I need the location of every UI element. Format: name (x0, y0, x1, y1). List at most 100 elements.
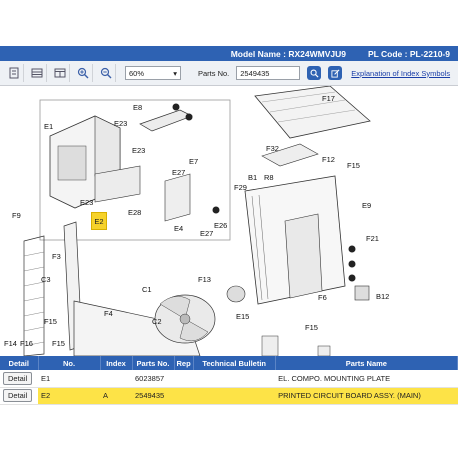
zoom-select[interactable]: 60% ▾ (125, 66, 181, 80)
label-f29[interactable]: F29 (234, 183, 247, 192)
detail-button[interactable]: Detail (3, 389, 33, 402)
label-f15-b[interactable]: F15 (44, 317, 57, 326)
label-c1[interactable]: C1 (142, 285, 152, 294)
detail-cell: Detail (0, 370, 38, 388)
no-cell: E1 (38, 370, 100, 388)
split-view-button[interactable] (50, 64, 70, 82)
col-technical-bulletin: Technical Bulletin (193, 356, 276, 370)
split-view-icon (54, 68, 65, 78)
valve-cover-shape (317, 345, 331, 356)
label-e26[interactable]: E26 (214, 221, 227, 230)
zoom-in-icon (77, 67, 88, 79)
callout-marker (185, 113, 193, 121)
label-e4[interactable]: E4 (174, 224, 183, 233)
zoom-out-icon (100, 67, 111, 79)
title-bar: Model Name : RX24WMVJU9 PL Code : PL-221… (0, 46, 458, 61)
label-e23-a[interactable]: E23 (114, 119, 127, 128)
label-b12[interactable]: B12 (376, 292, 389, 301)
label-f21[interactable]: F21 (366, 234, 379, 243)
list-view-button[interactable] (27, 64, 47, 82)
model-name: Model Name : RX24WMVJU9 (230, 48, 346, 59)
fit-view-button[interactable] (4, 64, 24, 82)
callout-marker (212, 206, 220, 214)
callout-marker (348, 260, 356, 268)
index-cell: A (100, 387, 132, 405)
zoom-value: 60% (129, 68, 145, 78)
col-parts-name: Parts Name (275, 356, 458, 370)
label-f13[interactable]: F13 (198, 275, 211, 284)
label-r8[interactable]: R8 (264, 173, 274, 182)
col-parts-no: Parts No. (132, 356, 175, 370)
highlighted-part-label: E2 (94, 216, 104, 226)
zoom-out-button[interactable] (96, 64, 116, 82)
label-f16[interactable]: F16 (20, 339, 33, 348)
parts-table: Detail No. Index Parts No. Rep Technical… (0, 356, 458, 405)
label-f6[interactable]: F6 (318, 293, 327, 302)
parts-no-input[interactable]: 2549435 (236, 66, 301, 80)
label-c2[interactable]: C2 (152, 317, 162, 326)
col-rep: Rep (174, 356, 194, 370)
label-e15[interactable]: E15 (236, 312, 249, 321)
edit-button[interactable] (328, 66, 343, 80)
label-f15-c[interactable]: F15 (305, 323, 318, 332)
pl-code: PL Code : PL-2210-9 (367, 48, 450, 59)
search-button[interactable] (307, 66, 322, 80)
label-f17[interactable]: F17 (322, 94, 335, 103)
detail-button[interactable]: Detail (3, 371, 33, 385)
fan-motor-shape (226, 285, 246, 303)
rep-cell (174, 387, 194, 405)
callout-marker (348, 245, 356, 253)
top-panel-shape (254, 86, 371, 139)
table-row-selected[interactable]: Detail E2 A 2549435 PRINTED CIRCUIT BOAR… (0, 387, 458, 405)
zoom-in-button[interactable] (73, 64, 93, 82)
parts-no-value: 2549435 (240, 68, 270, 78)
label-f32[interactable]: F32 (266, 144, 279, 153)
exploded-parts-diagram: E8 E1 E23 E23 E23 E7 E27 E27 E28 E4 E26 … (0, 86, 458, 356)
label-b1[interactable]: B1 (248, 173, 257, 182)
label-c3[interactable]: C3 (41, 275, 51, 284)
no-cell: E2 (38, 387, 100, 405)
label-e28[interactable]: E28 (128, 208, 141, 217)
fit-view-icon (9, 67, 18, 79)
bracket-shape (164, 173, 191, 222)
label-f15-a[interactable]: F15 (347, 161, 360, 170)
bulletin-cell (193, 370, 276, 388)
callout-marker (172, 103, 180, 111)
list-icon (31, 68, 42, 78)
label-e8[interactable]: E8 (133, 103, 142, 112)
label-e1[interactable]: E1 (44, 122, 53, 131)
toolbar: 60% ▾ Parts No. 2549435 Explanation of I… (0, 61, 458, 86)
parts-name-cell: EL. COMPO. MOUNTING PLATE (275, 370, 458, 388)
rep-cell (174, 370, 194, 388)
label-f15-d[interactable]: F15 (52, 339, 65, 348)
explanation-link[interactable]: Explanation of Index Symbols (351, 69, 450, 78)
col-index: Index (100, 356, 133, 370)
callout-marker (348, 274, 356, 282)
diagram-canvas: E8 E1 E23 E23 E23 E7 E27 E27 E28 E4 E26 … (4, 86, 389, 356)
label-f9[interactable]: F9 (12, 211, 21, 220)
col-no: No. (38, 356, 101, 370)
label-f14[interactable]: F14 (4, 339, 17, 348)
label-e7[interactable]: E7 (189, 157, 198, 166)
parts-no-label: Parts No. (198, 68, 230, 78)
chevron-down-icon: ▾ (173, 68, 177, 78)
label-e9[interactable]: E9 (362, 201, 371, 210)
label-e23-b[interactable]: E23 (132, 146, 145, 155)
parts-no-cell: 2549435 (132, 387, 174, 405)
cover-plate-shape (139, 109, 193, 132)
label-e27-b[interactable]: E27 (200, 229, 213, 238)
detail-cell: Detail (0, 387, 38, 405)
label-f4[interactable]: F4 (104, 309, 113, 318)
label-f3[interactable]: F3 (52, 252, 61, 261)
pcb-shape (57, 145, 87, 181)
index-cell (100, 370, 132, 388)
valve-shape (261, 335, 279, 356)
label-f12[interactable]: F12 (322, 155, 335, 164)
highlighted-part-e2[interactable]: E2 (91, 212, 107, 230)
label-e23-c[interactable]: E23 (80, 198, 93, 207)
small-part-shape (354, 285, 370, 301)
edit-icon (331, 69, 340, 78)
label-e27-a[interactable]: E27 (172, 168, 185, 177)
table-row[interactable]: Detail E1 6023857 EL. COMPO. MOUNTING PL… (0, 370, 458, 388)
parts-name-cell: PRINTED CIRCUIT BOARD ASSY. (MAIN) (275, 387, 458, 405)
